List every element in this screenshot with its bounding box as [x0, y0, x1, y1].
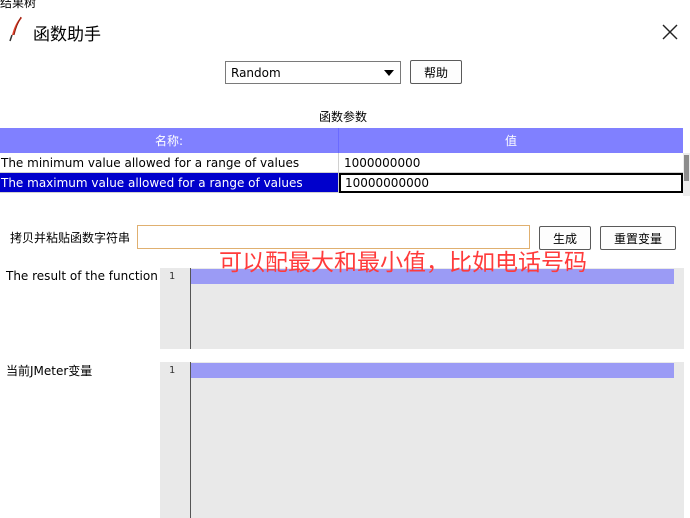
line-number-gutter: 1 [160, 362, 191, 518]
current-line-highlight [191, 363, 674, 378]
line-number-gutter: 1 [160, 268, 191, 349]
reset-variables-button[interactable]: 重置变量 [600, 226, 676, 250]
jmeter-variables-label: 当前JMeter变量 [6, 364, 93, 378]
line-number: 1 [169, 365, 176, 376]
function-select-value: Random [231, 66, 281, 80]
params-section-label: 函数参数 [318, 110, 367, 124]
chevron-down-icon [384, 70, 394, 76]
copy-paste-label: 拷贝并粘贴函数字符串 [10, 231, 131, 245]
close-button[interactable] [656, 18, 684, 46]
scrollbar-thumb[interactable] [684, 155, 689, 181]
table-row[interactable]: The minimum value allowed for a range of… [0, 153, 683, 173]
jmeter-variables-editor[interactable]: 1 [160, 362, 684, 518]
annotation-text: 可以配最大和最小值，比如电话号码 [219, 250, 587, 276]
feather-icon [8, 16, 24, 42]
line-number: 1 [169, 271, 176, 282]
function-select[interactable]: Random [225, 61, 401, 84]
title-bar [0, 8, 690, 54]
close-icon [662, 24, 678, 40]
param-value-cell-editing[interactable]: 10000000000 [339, 173, 683, 193]
help-button[interactable]: 帮助 [410, 60, 462, 84]
window-title: 函数助手 [33, 25, 101, 45]
column-header-name[interactable]: 名称: [0, 128, 339, 153]
result-label: The result of the function is [6, 269, 172, 283]
result-editor[interactable]: 1 [160, 268, 684, 349]
param-name-cell[interactable]: The maximum value allowed for a range of… [0, 173, 339, 193]
column-header-value[interactable]: 值 [339, 128, 683, 153]
table-scrollbar[interactable] [683, 153, 690, 196]
param-value-cell[interactable]: 1000000000 [339, 153, 683, 173]
params-table: 名称: 值 The minimum value allowed for a ra… [0, 128, 690, 196]
table-row-selected[interactable]: The maximum value allowed for a range of… [0, 173, 683, 193]
param-name-cell[interactable]: The minimum value allowed for a range of… [0, 153, 339, 173]
